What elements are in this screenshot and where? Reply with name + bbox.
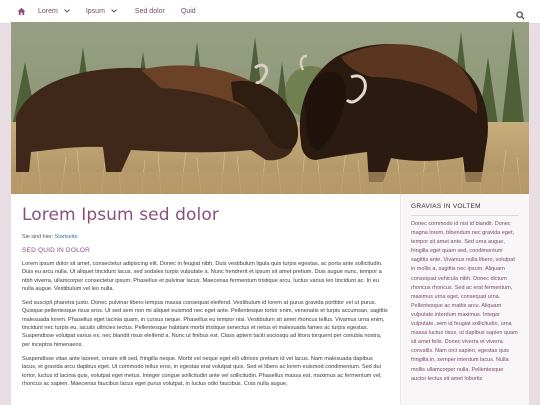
nav-item-ipsum[interactable]: Ipsum [86,8,117,15]
main-content: Lorem Ipsum sed dolor Sie sind hier: Sta… [11,194,400,405]
top-navigation: Lorem Ipsum Sed dolor Quid [0,0,540,24]
search-icon[interactable] [516,7,526,20]
nav-item-sed-dolor[interactable]: Sed dolor [135,8,165,15]
home-icon[interactable] [10,1,32,23]
sidebar-title: GRAVIAS IN VOLTEM [411,203,481,210]
breadcrumb-prefix: Sie sind hier: [22,234,54,240]
breadcrumb-link-home[interactable]: Startseite [55,234,78,240]
hero-image [11,22,529,194]
nav-item-quid[interactable]: Quid [181,8,196,15]
nav-item-label: Quid [180,8,196,15]
paragraph: Sed suscipit pharetra justo. Donec pulvi… [22,300,388,348]
nav-item-label: Sed dolor [134,8,165,15]
breadcrumb: Sie sind hier: Startseite [22,234,388,240]
nav-item-label: Lorem [38,8,58,15]
chevron-down-icon [63,8,70,15]
paragraph: Lorem ipsum dolor sit amet, consectetur … [22,261,383,292]
chevron-down-icon [111,8,117,15]
nav-item-label: Ipsum [85,8,105,15]
sidebar: GRAVIAS IN VOLTEM Donec commodo id nisi … [400,194,529,405]
divider [411,215,519,216]
page-title: Lorem Ipsum sed dolor [22,205,219,225]
section-heading: SED QUID IN DOLOR [22,247,91,254]
nav-item-lorem[interactable]: Lorem [38,8,70,15]
paragraph: Suspendisse vitae ante laoreet, ornare e… [22,355,382,387]
sidebar-text: Donec commodo id nisi id blandit. Donec … [411,221,518,382]
